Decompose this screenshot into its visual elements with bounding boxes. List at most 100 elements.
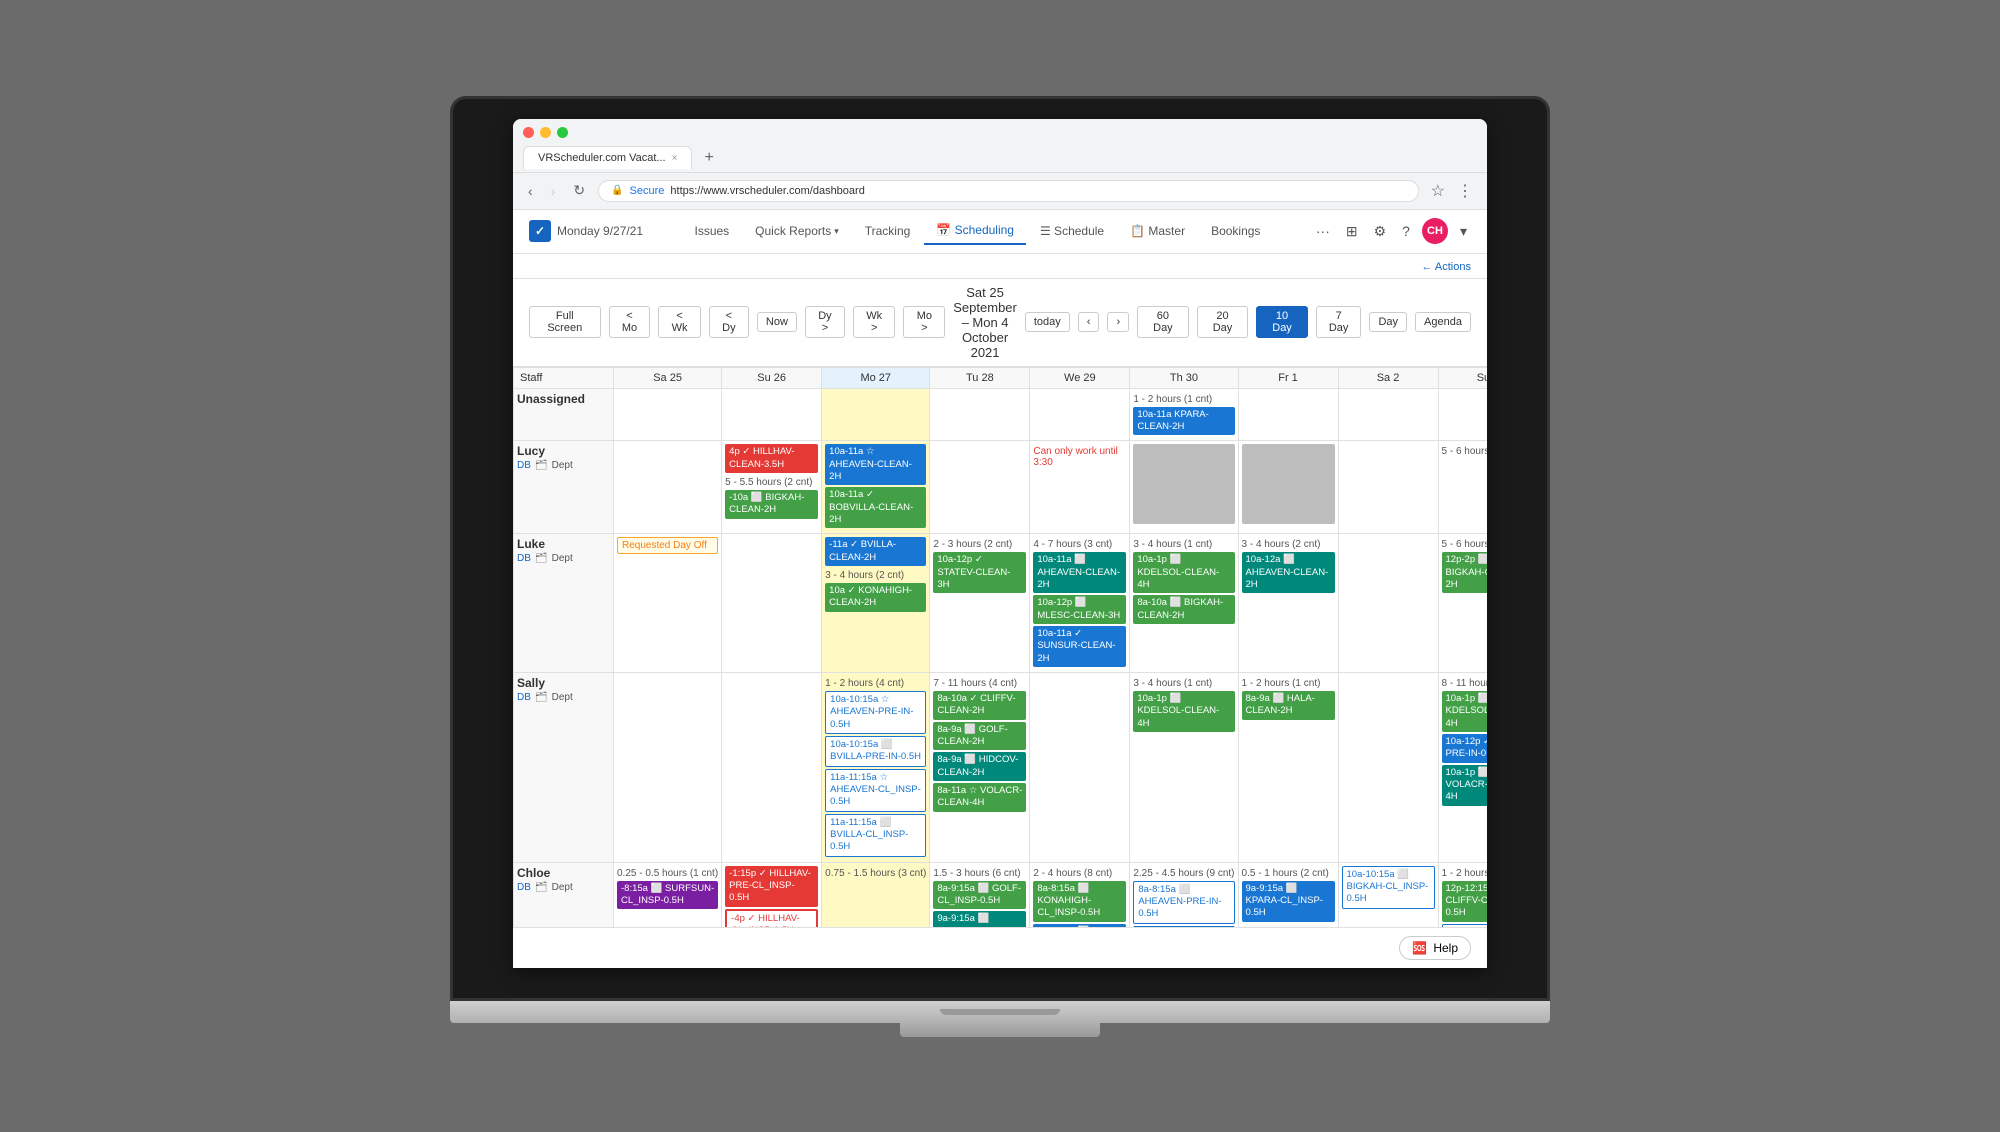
event-block[interactable]: 12p-2p ⬜ BIGKAH-CLEAN-2H	[1442, 552, 1487, 593]
event-block[interactable]: 11a-11:15a ☆ AHEAVEN-CL_INSP-0.5H	[825, 769, 926, 812]
luke-dept[interactable]: Dept	[552, 553, 573, 564]
bookmark-icon[interactable]: ☆	[1427, 179, 1449, 203]
sally-db[interactable]: DB	[517, 692, 531, 703]
settings-button[interactable]: ⚙	[1370, 219, 1391, 244]
cell-chloe-su26: -1:15p ✓ HILLHAV-PRE-CL_INSP-0.5H -4p ✓ …	[722, 862, 822, 926]
event-block[interactable]: 10a-11a ✓ BOBVILLA-CLEAN-2H	[825, 487, 926, 528]
event-block[interactable]: 10a-1p ⬜ VOLACR-CLEAN-4H	[1442, 765, 1487, 806]
now-btn[interactable]: Now	[757, 312, 797, 332]
today-btn[interactable]: today	[1025, 312, 1070, 332]
staff-unassigned: Unassigned	[514, 388, 614, 441]
reload-button[interactable]: ↻	[568, 180, 590, 201]
lucy-dept[interactable]: Dept	[552, 460, 573, 471]
next-nav-btn[interactable]: ›	[1107, 312, 1129, 332]
tab-close-icon[interactable]: ×	[672, 153, 678, 164]
nav-tracking[interactable]: Tracking	[853, 218, 923, 244]
prev-wk-btn[interactable]: < Wk	[658, 306, 700, 338]
cell-unassigned-tu28	[930, 388, 1030, 441]
day-btn[interactable]: Day	[1369, 312, 1407, 332]
user-avatar[interactable]: CH	[1422, 218, 1448, 244]
event-block[interactable]: -4p ✓ HILLHAV-CL_INSP-0.5H	[725, 909, 818, 927]
nav-master[interactable]: 📋 Master	[1118, 218, 1197, 244]
60day-btn[interactable]: 60 Day	[1137, 306, 1189, 338]
help-button[interactable]: 🆘 Help	[1399, 936, 1471, 960]
nav-schedule[interactable]: ☰ Schedule	[1028, 218, 1116, 244]
event-block[interactable]: 10a-1p ⬜ KDELSOL-CLEAN-4H	[1133, 552, 1234, 593]
nav-issues[interactable]: Issues	[682, 218, 741, 244]
next-mo-btn[interactable]: Mo >	[903, 306, 945, 338]
sally-dept[interactable]: Dept	[552, 692, 573, 703]
header-staff: Staff	[514, 367, 614, 388]
prev-mo-btn[interactable]: < Mo	[609, 306, 651, 338]
event-block[interactable]: 10a-11a ☆ AHEAVEN-CLEAN-2H	[825, 444, 926, 485]
event-block[interactable]: 10a-12p ✓ CLIFFV-PRE-IN-0.5H	[1442, 734, 1487, 763]
forward-button[interactable]: ›	[546, 181, 561, 201]
staff-sally: Sally DB 🗂 Dept	[514, 673, 614, 863]
event-block[interactable]: 8a-8:15a ⬜ AHEAVEN-PRE-IN-0.5H	[1133, 881, 1234, 924]
menu-icon[interactable]: ⋮	[1453, 179, 1477, 203]
prev-dy-btn[interactable]: < Dy	[709, 306, 749, 338]
next-wk-btn[interactable]: Wk >	[853, 306, 895, 338]
event-block[interactable]: 8a-8:15a ⬜ KONAHIGH-CL_INSP-0.5H	[1033, 881, 1126, 922]
browser-tab[interactable]: VRScheduler.com Vacat... ×	[523, 146, 692, 169]
luke-db[interactable]: DB	[517, 553, 531, 564]
event-block[interactable]: 10a-1p ⬜ KDELSOL-CLEAN-4H	[1442, 691, 1487, 732]
20day-btn[interactable]: 20 Day	[1197, 306, 1249, 338]
actions-link[interactable]: ← Actions	[1421, 261, 1471, 273]
event-block[interactable]: -1:15p ✓ HILLHAV-PRE-CL_INSP-0.5H	[725, 866, 818, 907]
event-block[interactable]: 10a-11a KPARA-CLEAN-2H	[1133, 407, 1234, 436]
nav-bookings[interactable]: Bookings	[1199, 218, 1272, 244]
7day-btn[interactable]: 7 Day	[1316, 306, 1362, 338]
next-dy-btn[interactable]: Dy >	[805, 306, 845, 338]
agenda-btn[interactable]: Agenda	[1415, 312, 1471, 332]
more-options-button[interactable]: ···	[1312, 219, 1334, 243]
event-block[interactable]: 8a-11a ☆ VOLACR-CLEAN-4H	[933, 783, 1026, 812]
nav-quick-reports[interactable]: Quick Reports ▾	[743, 218, 851, 244]
event-block[interactable]: 10a-12a ⬜ AHEAVEN-CLEAN-2H	[1242, 552, 1335, 593]
event-block[interactable]: 10a-10:15a ☆ AHEAVEN-PRE-IN-0.5H	[825, 691, 926, 734]
event-block[interactable]: 10a-12p ✓ STATEV-CLEAN-3H	[933, 552, 1026, 593]
event-block[interactable]: 10a-11a ⬜ AHEAVEN-CLEAN-2H	[1033, 552, 1126, 593]
event-block[interactable]: 4p ✓ HILLHAV-CLEAN-3.5H	[725, 444, 818, 473]
new-tab-button[interactable]: +	[696, 144, 721, 172]
cell-sally-mo27: 1 - 2 hours (4 cnt) 10a-10:15a ☆ AHEAVEN…	[822, 673, 930, 863]
event-block[interactable]: -10a ⬜ BIGKAH-CLEAN-2H	[725, 490, 818, 519]
help-button[interactable]: ?	[1398, 219, 1414, 243]
10day-btn[interactable]: 10 Day	[1256, 306, 1308, 338]
event-block[interactable]: 9a-9:15a ⬜ KPARA-CL_INSP-0.5H	[1242, 881, 1335, 922]
cell-chloe-sa25: 0.25 - 0.5 hours (1 cnt) -8:15a ⬜ SURFSU…	[614, 862, 722, 926]
event-block[interactable]: 10a-1p ⬜ KDELSOL-CLEAN-4H	[1133, 691, 1234, 732]
event-block[interactable]: -8:15a ⬜ SURFSUN-CL_INSP-0.5H	[617, 881, 718, 910]
event-block[interactable]: 11a-11:15a ⬜ BVILLA-CL_INSP-0.5H	[825, 814, 926, 857]
event-block[interactable]: 10a-10:15a ⬜ BIGKAH-CL_INSP-0.5H	[1342, 866, 1435, 909]
event-block[interactable]: -11a ✓ BVILLA-CLEAN-2H	[825, 537, 926, 566]
chloe-dept[interactable]: Dept	[552, 882, 573, 893]
event-block[interactable]: 8a-9:15a ⬜ GOLF-CL_INSP-0.5H	[933, 881, 1026, 910]
event-block[interactable]: 12p-12:15p ✓ CLIFFV-CL_INSP-0.5H	[1442, 881, 1487, 922]
event-block[interactable]: 9a-9:15a ⬜ HIDCOV-CL_INSP-0.5H	[933, 911, 1026, 926]
event-block[interactable]: 8a-9a ⬜ HALA-CLEAN-2H	[1242, 691, 1335, 720]
dropdown-arrow[interactable]: ▾	[1456, 219, 1471, 244]
event-block[interactable]: 10a-11a ✓ SUNSUR-CLEAN-2H	[1033, 626, 1126, 667]
event-block[interactable]: 8a-9a ⬜ GOLF-CLEAN-2H	[933, 722, 1026, 751]
event-block[interactable]: 10a ✓ KONAHIGH-CLEAN-2H	[825, 583, 926, 612]
back-button[interactable]: ‹	[523, 181, 538, 201]
url-box[interactable]: 🔒 Secure https://www.vrscheduler.com/das…	[598, 180, 1419, 202]
cell-luke-sa25: Requested Day Off	[614, 534, 722, 673]
grid-button[interactable]: ⊞	[1342, 219, 1362, 244]
lucy-db[interactable]: DB	[517, 460, 531, 471]
event-block[interactable]: 8a-9a ⬜ HIDCOV-CLEAN-2H	[933, 752, 1026, 781]
fullscreen-btn[interactable]: Full Screen	[529, 306, 601, 338]
minimize-button[interactable]	[540, 127, 551, 138]
event-block[interactable]: 10a-12p ⬜ MLESC-CLEAN-3H	[1033, 595, 1126, 624]
cell-luke-su3: 5 - 6 hours (2 cnt) 12p-2p ⬜ BIGKAH-CLEA…	[1438, 534, 1487, 673]
browser-actions: ☆ ⋮	[1427, 179, 1477, 203]
event-block[interactable]: 8a-10a ✓ CLIFFV-CLEAN-2H	[933, 691, 1026, 720]
event-block[interactable]: 8a-10a ⬜ BIGKAH-CLEAN-2H	[1133, 595, 1234, 624]
event-block[interactable]: 10a-10:15a ⬜ BVILLA-PRE-IN-0.5H	[825, 736, 926, 767]
chloe-db[interactable]: DB	[517, 882, 531, 893]
nav-scheduling[interactable]: 📅 Scheduling	[924, 217, 1026, 245]
prev-nav-btn[interactable]: ‹	[1078, 312, 1100, 332]
close-button[interactable]	[523, 127, 534, 138]
maximize-button[interactable]	[557, 127, 568, 138]
